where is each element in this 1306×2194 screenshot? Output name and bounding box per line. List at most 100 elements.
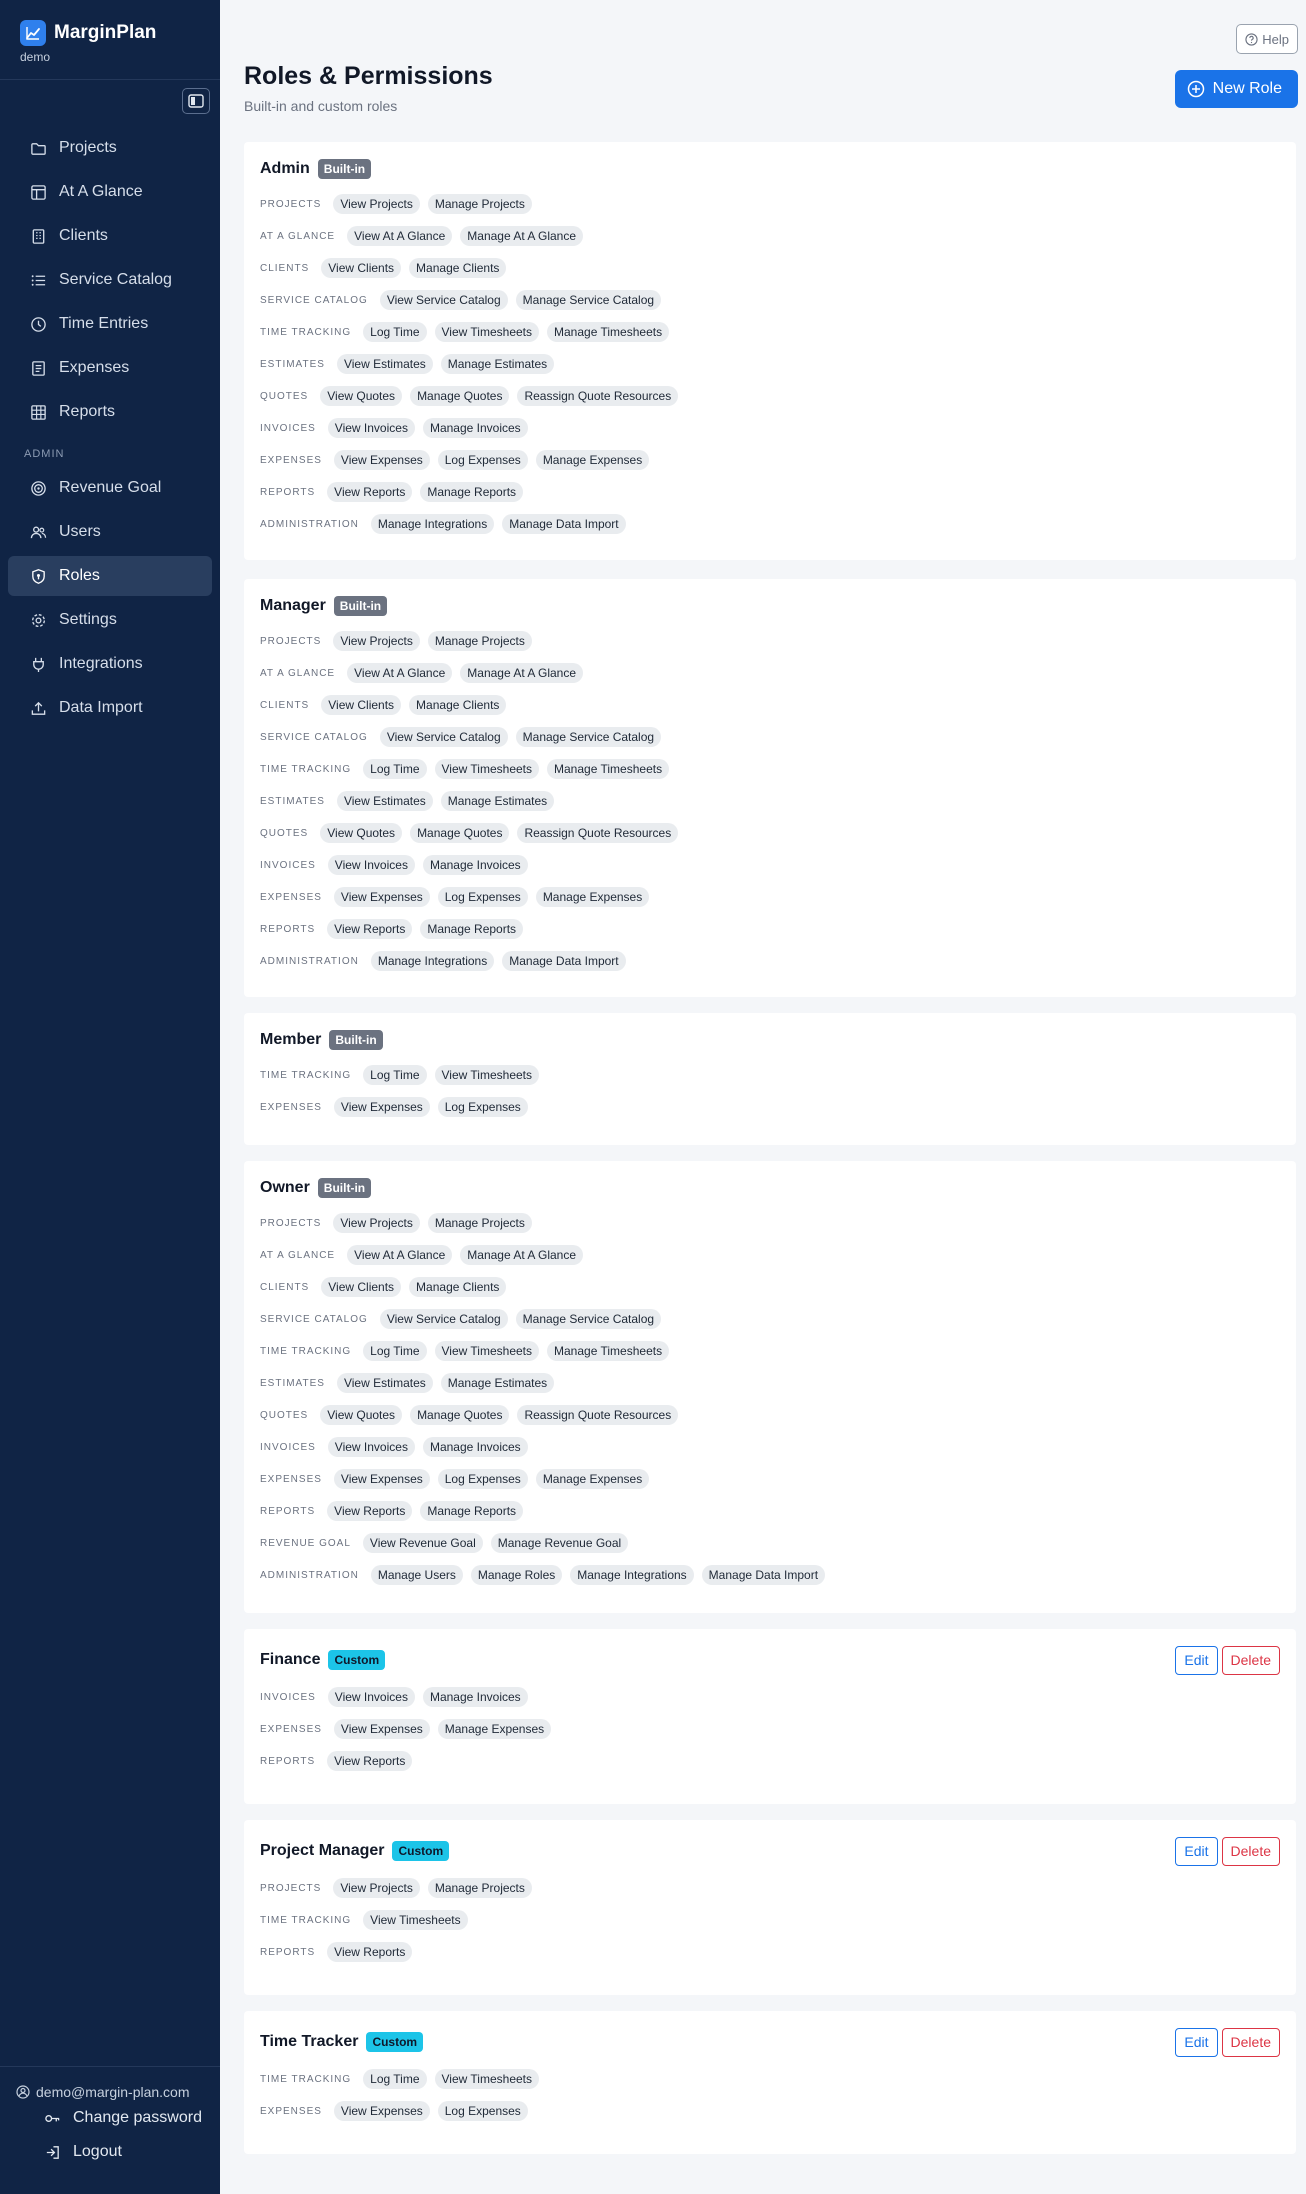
sidebar-toggle-icon [188,94,204,108]
permission-group: EXPENSES View Expenses Manage Expenses [260,1713,1280,1745]
permission-group-label: PROJECTS [260,1882,322,1894]
delete-role-button[interactable]: Delete [1221,1836,1280,1866]
permission-chip: View Reports [327,919,413,939]
sidebar-item-integrations[interactable]: Integrations [8,644,212,684]
role-card-finance: Finance Custom Edit Delete INVOICES View … [244,1629,1296,1804]
permission-chip: Log Expenses [437,1469,528,1489]
sidebar-collapse-button[interactable] [182,88,210,114]
permission-chip: Manage Reports [420,482,524,502]
permission-chip: Manage Quotes [410,1405,510,1425]
permission-chip: Manage Projects [427,1878,532,1898]
permission-chip: Log Expenses [437,887,528,907]
sidebar-item-service-catalog[interactable]: Service Catalog [8,260,212,300]
permission-group-label: QUOTES [260,390,309,402]
permission-chip: Manage Quotes [410,823,510,843]
permission-chip: Manage Reports [420,919,524,939]
permission-group-label: CLIENTS [260,699,310,711]
permission-chip: Manage Invoices [422,1437,528,1457]
permission-chip: Manage Clients [409,695,507,715]
sidebar-item-label: Service Catalog [59,271,172,288]
permission-chip: View Expenses [333,1097,430,1117]
delete-role-button[interactable]: Delete [1221,1645,1280,1675]
permission-group-label: ESTIMATES [260,795,325,807]
permission-groups: INVOICES View Invoices Manage Invoices EXPE… [260,1681,1280,1777]
help-label: Help [1262,31,1289,47]
edit-role-button[interactable]: Edit [1175,1645,1218,1675]
permission-group: TIME TRACKING Log Time View Timesheets Mana… [260,753,1280,785]
permission-group-label: SERVICE CATALOG [260,731,368,743]
help-button[interactable]: Help [1236,24,1298,54]
sidebar-item-label: Settings [59,611,117,628]
role-badge: Custom [392,1841,450,1861]
permission-chip: View Quotes [320,386,403,406]
permission-group: AT A GLANCE View At A Glance Manage At A G… [260,220,1280,252]
permission-chip: Log Time [363,759,427,779]
receipt-icon [32,360,45,376]
permission-chip: View Expenses [333,1469,430,1489]
permission-chip: Manage Quotes [410,386,510,406]
logout-link[interactable]: Logout [0,2135,220,2169]
role-badge: Built-in [329,1030,383,1050]
logout-icon [46,2145,59,2159]
permission-group-label: REPORTS [260,923,316,935]
permission-chip: Manage Projects [427,1213,532,1233]
brand-name[interactable]: MarginPlan [54,22,156,44]
permission-group-label: ADMINISTRATION [260,955,359,967]
sidebar-item-data-import[interactable]: Data Import [8,688,212,728]
role-name: Project Manager [260,1842,385,1859]
permission-chip: View At A Glance [347,1245,453,1265]
sidebar-item-users[interactable]: Users [8,512,212,552]
permission-group-label: EXPENSES [260,1723,322,1735]
edit-role-button[interactable]: Edit [1175,2027,1218,2057]
permission-chip: View Clients [321,258,402,278]
permission-chip: Manage At A Glance [460,226,584,246]
permission-group: QUOTES View Quotes Manage Quotes Reassign Q… [260,1399,1280,1431]
permission-group: REVENUE GOAL View Revenue Goal Manage Reve… [260,1527,1280,1559]
permission-chip: Manage Expenses [437,1719,552,1739]
sidebar-item-projects[interactable]: Projects [8,128,212,168]
permission-groups: PROJECTS View Projects Manage Projects AT A… [260,188,1280,540]
permission-group-label: PROJECTS [260,635,322,647]
sidebar-item-label: Integrations [59,655,143,672]
permission-chip: View Service Catalog [379,290,508,310]
permission-chip: Manage Roles [470,1565,563,1585]
permission-chip: View Estimates [336,791,433,811]
permission-chip: View Expenses [333,1719,430,1739]
edit-role-button[interactable]: Edit [1175,1836,1218,1866]
sidebar-item-clients[interactable]: Clients [8,216,212,256]
sidebar-item-label: Reports [59,403,116,420]
sidebar: MarginPlan demo Projects At A Glance Cli… [0,0,220,2194]
sidebar-item-time-entries[interactable]: Time Entries [8,304,212,344]
permission-group-label: ADMINISTRATION [260,1569,359,1581]
permission-group-label: TIME TRACKING [260,763,352,775]
permission-chip: Manage Clients [409,1277,507,1297]
permission-chip: View Service Catalog [379,1309,508,1329]
change-password-link[interactable]: Change password [0,2101,220,2135]
permission-chip: Manage Timesheets [547,759,670,779]
permission-group-label: TIME TRACKING [260,1914,352,1926]
sidebar-item-settings[interactable]: Settings [8,600,212,640]
permission-group-label: REPORTS [260,486,316,498]
permission-group: REPORTS View Reports [260,1936,1280,1968]
delete-role-button[interactable]: Delete [1221,2027,1280,2057]
brand-header: MarginPlan demo [0,0,220,80]
question-circle-icon [1245,32,1258,46]
sidebar-item-roles[interactable]: Roles [8,556,212,596]
permission-group: ESTIMATES View Estimates Manage Estimates [260,785,1280,817]
permission-chip: View Timesheets [434,322,540,342]
new-role-button[interactable]: New Role [1174,70,1298,108]
sidebar-item-revenue-goal[interactable]: Revenue Goal [8,468,212,508]
role-card-member: Member Built-in TIME TRACKING Log Time Vie… [244,1013,1296,1145]
sidebar-item-at-a-glance[interactable]: At A Glance [8,172,212,212]
gear-icon [31,613,46,627]
sidebar-item-reports[interactable]: Reports [8,392,212,432]
permission-chip: Manage Data Import [502,514,626,534]
permission-groups: PROJECTS View Projects Manage Projects AT A… [260,1207,1280,1591]
permission-group-label: CLIENTS [260,1281,310,1293]
permission-group-label: PROJECTS [260,198,322,210]
permission-chip: Log Time [363,322,427,342]
permission-group: REPORTS View Reports [260,1745,1280,1777]
permission-chip: Manage Data Import [502,951,626,971]
permission-group-label: CLIENTS [260,262,310,274]
sidebar-item-expenses[interactable]: Expenses [8,348,212,388]
